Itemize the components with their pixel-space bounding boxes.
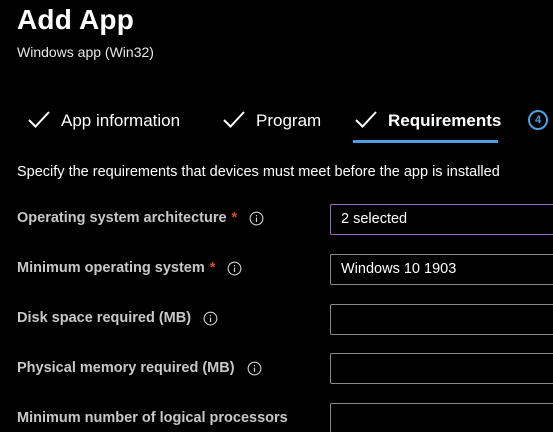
checkmark-icon xyxy=(28,111,50,128)
add-app-page: Add App Windows app (Win32) App informat… xyxy=(0,0,553,432)
disk-space-label: Disk space required (MB) xyxy=(17,310,218,326)
field-label-text: Physical memory required (MB) xyxy=(17,360,235,376)
tab-label: Requirements xyxy=(388,111,502,130)
info-icon[interactable] xyxy=(203,311,218,326)
field-label-text: Disk space required (MB) xyxy=(17,310,192,326)
requirements-description: Specify the requirements that devices mu… xyxy=(17,164,500,180)
min-os-dropdown[interactable]: Windows 10 1903 xyxy=(330,254,553,285)
tab-app-information[interactable]: App information xyxy=(27,109,180,139)
tab-requirements[interactable]: Requirements xyxy=(354,109,501,139)
info-icon[interactable] xyxy=(227,261,242,276)
tab-label: Program xyxy=(256,111,322,130)
field-label-text: Minimum number of logical processors xyxy=(17,410,288,426)
os-architecture-label: Operating system architecture * xyxy=(17,210,264,226)
page-subtitle: Windows app (Win32) xyxy=(17,44,154,60)
disk-space-input[interactable] xyxy=(330,304,553,335)
tab-program[interactable]: Program xyxy=(222,109,321,139)
info-icon[interactable] xyxy=(249,211,264,226)
page-title: Add App xyxy=(17,4,134,35)
physical-memory-input[interactable] xyxy=(330,353,553,384)
required-indicator: * xyxy=(231,210,238,226)
tab-step-4[interactable]: 4 xyxy=(528,110,548,130)
checkmark-icon xyxy=(355,111,377,128)
required-indicator: * xyxy=(209,260,216,276)
field-label-text: Operating system architecture xyxy=(17,210,227,226)
checkmark-icon xyxy=(223,111,245,128)
min-os-label: Minimum operating system * xyxy=(17,260,242,276)
os-architecture-dropdown[interactable]: 2 selected xyxy=(330,204,553,235)
field-label-text: Minimum operating system xyxy=(17,260,205,276)
logical-processors-label: Minimum number of logical processors xyxy=(17,410,288,426)
physical-memory-label: Physical memory required (MB) xyxy=(17,360,262,376)
logical-processors-input[interactable] xyxy=(330,403,553,432)
active-tab-indicator xyxy=(353,140,498,143)
tab-label: App information xyxy=(61,111,181,130)
info-icon[interactable] xyxy=(247,361,262,376)
